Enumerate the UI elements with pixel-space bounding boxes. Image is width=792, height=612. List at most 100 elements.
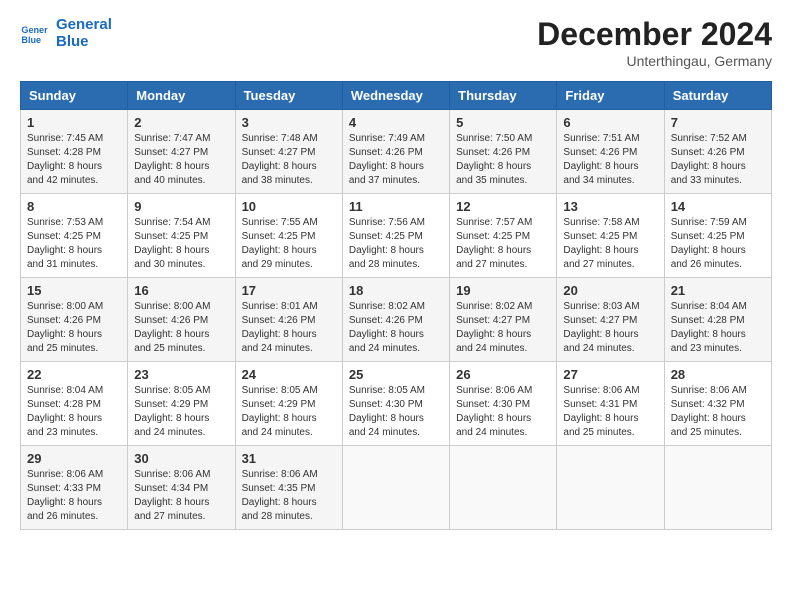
calendar-cell: 27 Sunrise: 8:06 AM Sunset: 4:31 PM Dayl… bbox=[557, 362, 664, 446]
day-info: Sunrise: 7:45 AM Sunset: 4:28 PM Dayligh… bbox=[27, 132, 121, 188]
calendar-cell: 18 Sunrise: 8:02 AM Sunset: 4:26 PM Dayl… bbox=[342, 278, 449, 362]
day-info: Sunrise: 7:55 AM Sunset: 4:25 PM Dayligh… bbox=[242, 216, 336, 272]
calendar-cell: 19 Sunrise: 8:02 AM Sunset: 4:27 PM Dayl… bbox=[450, 278, 557, 362]
day-number: 8 bbox=[27, 199, 121, 214]
calendar-cell: 31 Sunrise: 8:06 AM Sunset: 4:35 PM Dayl… bbox=[235, 446, 342, 530]
day-number: 5 bbox=[456, 115, 550, 130]
day-number: 15 bbox=[27, 283, 121, 298]
calendar-cell: 23 Sunrise: 8:05 AM Sunset: 4:29 PM Dayl… bbox=[128, 362, 235, 446]
weekday-header-wednesday: Wednesday bbox=[342, 82, 449, 110]
day-number: 13 bbox=[563, 199, 657, 214]
calendar-cell: 25 Sunrise: 8:05 AM Sunset: 4:30 PM Dayl… bbox=[342, 362, 449, 446]
day-number: 23 bbox=[134, 367, 228, 382]
day-info: Sunrise: 7:50 AM Sunset: 4:26 PM Dayligh… bbox=[456, 132, 550, 188]
weekday-header-friday: Friday bbox=[557, 82, 664, 110]
logo-icon: General Blue bbox=[20, 19, 48, 47]
day-info: Sunrise: 8:06 AM Sunset: 4:31 PM Dayligh… bbox=[563, 384, 657, 440]
day-number: 2 bbox=[134, 115, 228, 130]
logo-general: General bbox=[56, 16, 112, 33]
day-info: Sunrise: 8:06 AM Sunset: 4:32 PM Dayligh… bbox=[671, 384, 765, 440]
day-number: 26 bbox=[456, 367, 550, 382]
calendar-table: SundayMondayTuesdayWednesdayThursdayFrid… bbox=[20, 81, 772, 530]
day-info: Sunrise: 8:06 AM Sunset: 4:30 PM Dayligh… bbox=[456, 384, 550, 440]
day-number: 9 bbox=[134, 199, 228, 214]
day-info: Sunrise: 8:00 AM Sunset: 4:26 PM Dayligh… bbox=[134, 300, 228, 356]
month-title: December 2024 bbox=[537, 16, 772, 53]
day-info: Sunrise: 8:00 AM Sunset: 4:26 PM Dayligh… bbox=[27, 300, 121, 356]
day-info: Sunrise: 8:03 AM Sunset: 4:27 PM Dayligh… bbox=[563, 300, 657, 356]
day-info: Sunrise: 8:05 AM Sunset: 4:29 PM Dayligh… bbox=[242, 384, 336, 440]
calendar-cell: 16 Sunrise: 8:00 AM Sunset: 4:26 PM Dayl… bbox=[128, 278, 235, 362]
svg-text:Blue: Blue bbox=[21, 35, 41, 45]
weekday-header-monday: Monday bbox=[128, 82, 235, 110]
calendar-cell: 12 Sunrise: 7:57 AM Sunset: 4:25 PM Dayl… bbox=[450, 194, 557, 278]
day-info: Sunrise: 7:59 AM Sunset: 4:25 PM Dayligh… bbox=[671, 216, 765, 272]
day-info: Sunrise: 7:52 AM Sunset: 4:26 PM Dayligh… bbox=[671, 132, 765, 188]
day-number: 7 bbox=[671, 115, 765, 130]
calendar-cell: 26 Sunrise: 8:06 AM Sunset: 4:30 PM Dayl… bbox=[450, 362, 557, 446]
day-info: Sunrise: 7:58 AM Sunset: 4:25 PM Dayligh… bbox=[563, 216, 657, 272]
logo: General Blue General Blue bbox=[20, 16, 112, 50]
day-number: 27 bbox=[563, 367, 657, 382]
calendar-cell: 30 Sunrise: 8:06 AM Sunset: 4:34 PM Dayl… bbox=[128, 446, 235, 530]
calendar-cell: 7 Sunrise: 7:52 AM Sunset: 4:26 PM Dayli… bbox=[664, 110, 771, 194]
day-info: Sunrise: 8:04 AM Sunset: 4:28 PM Dayligh… bbox=[671, 300, 765, 356]
day-info: Sunrise: 8:01 AM Sunset: 4:26 PM Dayligh… bbox=[242, 300, 336, 356]
day-info: Sunrise: 8:05 AM Sunset: 4:30 PM Dayligh… bbox=[349, 384, 443, 440]
calendar-cell: 13 Sunrise: 7:58 AM Sunset: 4:25 PM Dayl… bbox=[557, 194, 664, 278]
calendar-cell: 24 Sunrise: 8:05 AM Sunset: 4:29 PM Dayl… bbox=[235, 362, 342, 446]
day-number: 29 bbox=[27, 451, 121, 466]
day-info: Sunrise: 7:48 AM Sunset: 4:27 PM Dayligh… bbox=[242, 132, 336, 188]
calendar-cell: 20 Sunrise: 8:03 AM Sunset: 4:27 PM Dayl… bbox=[557, 278, 664, 362]
day-number: 10 bbox=[242, 199, 336, 214]
day-number: 12 bbox=[456, 199, 550, 214]
day-number: 24 bbox=[242, 367, 336, 382]
day-info: Sunrise: 7:51 AM Sunset: 4:26 PM Dayligh… bbox=[563, 132, 657, 188]
calendar-cell: 8 Sunrise: 7:53 AM Sunset: 4:25 PM Dayli… bbox=[21, 194, 128, 278]
day-number: 20 bbox=[563, 283, 657, 298]
calendar-cell: 1 Sunrise: 7:45 AM Sunset: 4:28 PM Dayli… bbox=[21, 110, 128, 194]
logo-blue: Blue bbox=[56, 33, 112, 50]
day-info: Sunrise: 7:56 AM Sunset: 4:25 PM Dayligh… bbox=[349, 216, 443, 272]
day-number: 30 bbox=[134, 451, 228, 466]
calendar-cell: 14 Sunrise: 7:59 AM Sunset: 4:25 PM Dayl… bbox=[664, 194, 771, 278]
day-info: Sunrise: 7:57 AM Sunset: 4:25 PM Dayligh… bbox=[456, 216, 550, 272]
day-number: 28 bbox=[671, 367, 765, 382]
day-number: 1 bbox=[27, 115, 121, 130]
weekday-header-tuesday: Tuesday bbox=[235, 82, 342, 110]
day-info: Sunrise: 8:02 AM Sunset: 4:26 PM Dayligh… bbox=[349, 300, 443, 356]
day-number: 3 bbox=[242, 115, 336, 130]
calendar-cell bbox=[342, 446, 449, 530]
weekday-header-sunday: Sunday bbox=[21, 82, 128, 110]
day-number: 14 bbox=[671, 199, 765, 214]
calendar-cell: 6 Sunrise: 7:51 AM Sunset: 4:26 PM Dayli… bbox=[557, 110, 664, 194]
calendar-cell: 2 Sunrise: 7:47 AM Sunset: 4:27 PM Dayli… bbox=[128, 110, 235, 194]
calendar-cell: 22 Sunrise: 8:04 AM Sunset: 4:28 PM Dayl… bbox=[21, 362, 128, 446]
weekday-header-thursday: Thursday bbox=[450, 82, 557, 110]
day-number: 6 bbox=[563, 115, 657, 130]
day-info: Sunrise: 7:49 AM Sunset: 4:26 PM Dayligh… bbox=[349, 132, 443, 188]
day-info: Sunrise: 8:06 AM Sunset: 4:33 PM Dayligh… bbox=[27, 468, 121, 524]
calendar-cell: 29 Sunrise: 8:06 AM Sunset: 4:33 PM Dayl… bbox=[21, 446, 128, 530]
day-number: 31 bbox=[242, 451, 336, 466]
day-info: Sunrise: 8:04 AM Sunset: 4:28 PM Dayligh… bbox=[27, 384, 121, 440]
day-number: 25 bbox=[349, 367, 443, 382]
day-info: Sunrise: 7:53 AM Sunset: 4:25 PM Dayligh… bbox=[27, 216, 121, 272]
page-header: General Blue General Blue December 2024 … bbox=[20, 16, 772, 69]
calendar-cell: 17 Sunrise: 8:01 AM Sunset: 4:26 PM Dayl… bbox=[235, 278, 342, 362]
day-number: 18 bbox=[349, 283, 443, 298]
day-info: Sunrise: 7:47 AM Sunset: 4:27 PM Dayligh… bbox=[134, 132, 228, 188]
svg-text:General: General bbox=[21, 25, 48, 35]
day-number: 22 bbox=[27, 367, 121, 382]
day-info: Sunrise: 8:05 AM Sunset: 4:29 PM Dayligh… bbox=[134, 384, 228, 440]
day-number: 16 bbox=[134, 283, 228, 298]
day-number: 11 bbox=[349, 199, 443, 214]
calendar-cell: 21 Sunrise: 8:04 AM Sunset: 4:28 PM Dayl… bbox=[664, 278, 771, 362]
calendar-cell bbox=[450, 446, 557, 530]
calendar-cell: 4 Sunrise: 7:49 AM Sunset: 4:26 PM Dayli… bbox=[342, 110, 449, 194]
calendar-cell bbox=[557, 446, 664, 530]
calendar-cell: 5 Sunrise: 7:50 AM Sunset: 4:26 PM Dayli… bbox=[450, 110, 557, 194]
calendar-cell bbox=[664, 446, 771, 530]
day-info: Sunrise: 7:54 AM Sunset: 4:25 PM Dayligh… bbox=[134, 216, 228, 272]
calendar-cell: 15 Sunrise: 8:00 AM Sunset: 4:26 PM Dayl… bbox=[21, 278, 128, 362]
